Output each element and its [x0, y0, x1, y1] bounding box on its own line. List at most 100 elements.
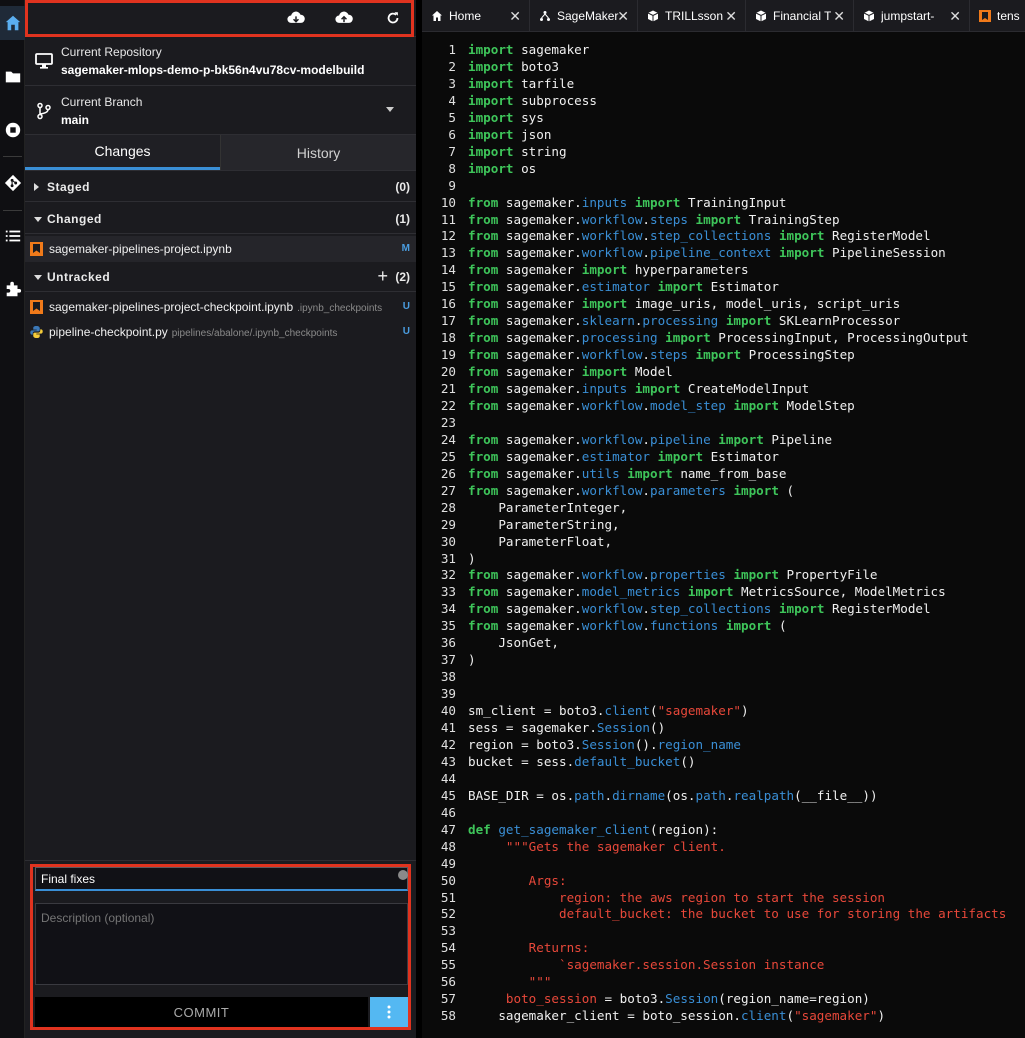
commit-summary-input[interactable]: [35, 867, 408, 891]
code-line[interactable]: """: [468, 974, 552, 989]
code-line[interactable]: ParameterInteger,: [468, 500, 627, 515]
editor-tab-home[interactable]: Home ✕: [422, 0, 530, 31]
home-icon[interactable]: [0, 6, 25, 40]
code-line[interactable]: from sagemaker.estimator import Estimato…: [468, 449, 779, 464]
code-line[interactable]: from sagemaker.workflow.step_collections…: [468, 228, 931, 243]
branch-label: Current Branch: [61, 95, 143, 109]
code-line[interactable]: from sagemaker.model_metrics import Metr…: [468, 584, 946, 599]
code-line[interactable]: boto_session = boto3.Session(region_name…: [468, 991, 870, 1006]
code-line[interactable]: from sagemaker import image_uris, model_…: [468, 296, 900, 311]
refresh-icon[interactable]: [382, 8, 404, 28]
commit-description-input[interactable]: [35, 903, 408, 985]
git-icon[interactable]: [0, 166, 25, 200]
more-vertical-icon: [387, 1005, 391, 1019]
code-line[interactable]: default_bucket: the bucket to use for st…: [468, 906, 1006, 921]
code-line[interactable]: """Gets the sagemaker client.: [468, 839, 726, 854]
current-branch[interactable]: Current Branch main: [25, 87, 416, 135]
list-item[interactable]: sagemaker-pipelines-project-checkpoint.i…: [25, 294, 416, 320]
chevron-down-icon[interactable]: [386, 107, 394, 112]
editor-tab-financial[interactable]: Financial T ✕: [746, 0, 854, 31]
code-line[interactable]: from sagemaker.sklearn.processing import…: [468, 313, 900, 328]
code-line[interactable]: import boto3: [468, 59, 559, 74]
caret-right-icon: [34, 183, 39, 191]
folder-icon[interactable]: [0, 60, 25, 94]
line-number: 22: [440, 397, 456, 413]
code-line[interactable]: import json: [468, 127, 551, 142]
section-name: Changed: [47, 212, 102, 226]
code-line[interactable]: from sagemaker.workflow.model_step impor…: [468, 398, 855, 413]
commit-button[interactable]: COMMIT: [35, 997, 368, 1027]
code-line[interactable]: import subprocess: [468, 93, 597, 108]
code-line[interactable]: from sagemaker.workflow.pipeline_context…: [468, 245, 946, 260]
section-changed[interactable]: Changed (1): [25, 204, 416, 234]
code-line[interactable]: from sagemaker.inputs import CreateModel…: [468, 381, 809, 396]
code-line[interactable]: from sagemaker.workflow.properties impor…: [468, 567, 878, 582]
close-icon[interactable]: ✕: [833, 8, 845, 25]
pull-icon[interactable]: [285, 8, 307, 28]
commit-options-button[interactable]: [370, 997, 408, 1027]
code-line[interactable]: ParameterString,: [468, 517, 619, 532]
code-line[interactable]: `sagemaker.session.Session instance: [468, 957, 824, 972]
code-line[interactable]: region = boto3.Session().region_name: [468, 737, 741, 752]
code-line[interactable]: from sagemaker import hyperparameters: [468, 262, 749, 277]
code-area[interactable]: 1 import sagemaker 2 import boto3 3 import ta…: [422, 42, 1025, 1038]
code-line[interactable]: ): [468, 551, 476, 566]
code-line[interactable]: import tarfile: [468, 76, 574, 91]
close-icon[interactable]: ✕: [617, 8, 629, 25]
code-line[interactable]: from sagemaker.utils import name_from_ba…: [468, 466, 787, 481]
editor-tab-jumpstart[interactable]: jumpstart- ✕: [854, 0, 970, 31]
line-number: 15: [440, 279, 456, 295]
push-icon[interactable]: [333, 8, 355, 28]
close-icon[interactable]: ✕: [509, 8, 521, 25]
notebook-icon: [30, 242, 43, 256]
section-staged[interactable]: Staged (0): [25, 172, 416, 202]
running-stop-icon[interactable]: [0, 113, 25, 147]
code-line[interactable]: import os: [468, 161, 536, 176]
code-line[interactable]: from sagemaker.processing import Process…: [468, 330, 968, 345]
list-item[interactable]: sagemaker-pipelines-project.ipynb M: [25, 236, 416, 262]
code-line[interactable]: import sys: [468, 110, 544, 125]
list-icon[interactable]: [0, 219, 25, 253]
editor-tab-tens[interactable]: tens: [970, 0, 1025, 31]
line-number: 11: [440, 211, 456, 227]
cube-icon: [755, 10, 767, 22]
code-line[interactable]: from sagemaker.workflow.parameters impor…: [468, 483, 794, 498]
add-all-icon[interactable]: +: [377, 266, 388, 287]
section-untracked[interactable]: Untracked + (2): [25, 262, 416, 292]
section-name: Untracked: [47, 270, 111, 284]
code-line[interactable]: BASE_DIR = os.path.dirname(os.path.realp…: [468, 788, 878, 803]
code-line[interactable]: region: the aws region to start the sess…: [468, 890, 885, 905]
list-item[interactable]: pipeline-checkpoint.py pipelines/abalone/…: [25, 319, 416, 345]
code-line[interactable]: Returns:: [468, 940, 590, 955]
code-line[interactable]: from sagemaker.estimator import Estimato…: [468, 279, 779, 294]
current-repository[interactable]: Current Repository sagemaker-mlops-demo-…: [25, 37, 416, 86]
code-line[interactable]: ): [468, 652, 476, 667]
code-line[interactable]: from sagemaker import Model: [468, 364, 673, 379]
editor-tab-sagemaker[interactable]: SageMaker ✕: [530, 0, 638, 31]
line-number: 57: [440, 991, 456, 1007]
tab-history[interactable]: History: [220, 135, 416, 170]
close-icon[interactable]: ✕: [949, 8, 961, 25]
code-line[interactable]: from sagemaker.inputs import TrainingInp…: [468, 195, 787, 210]
code-line[interactable]: Args:: [468, 873, 567, 888]
line-number: 13: [440, 245, 456, 261]
code-line[interactable]: sm_client = boto3.client("sagemaker"): [468, 703, 749, 718]
code-line[interactable]: import string: [468, 144, 567, 159]
code-line[interactable]: from sagemaker.workflow.pipeline import …: [468, 432, 832, 447]
code-line[interactable]: bucket = sess.default_bucket(): [468, 754, 695, 769]
editor-tab-trillsson[interactable]: TRILLsson ✕: [638, 0, 746, 31]
code-line[interactable]: from sagemaker.workflow.steps import Tra…: [468, 212, 840, 227]
code-line[interactable]: from sagemaker.workflow.functions import…: [468, 618, 787, 633]
extension-icon[interactable]: [0, 272, 25, 306]
tab-changes[interactable]: Changes: [25, 135, 220, 170]
code-line[interactable]: def get_sagemaker_client(region):: [468, 822, 718, 837]
code-line[interactable]: from sagemaker.workflow.step_collections…: [468, 601, 931, 616]
code-line[interactable]: sagemaker_client = boto_session.client("…: [468, 1008, 885, 1023]
code-line[interactable]: ParameterFloat,: [468, 534, 612, 549]
code-line[interactable]: sess = sagemaker.Session(): [468, 720, 665, 735]
code-line[interactable]: import sagemaker: [468, 42, 589, 57]
branch-name: main: [61, 113, 90, 127]
code-line[interactable]: JsonGet,: [468, 635, 559, 650]
close-icon[interactable]: ✕: [725, 8, 737, 25]
code-line[interactable]: from sagemaker.workflow.steps import Pro…: [468, 347, 855, 362]
